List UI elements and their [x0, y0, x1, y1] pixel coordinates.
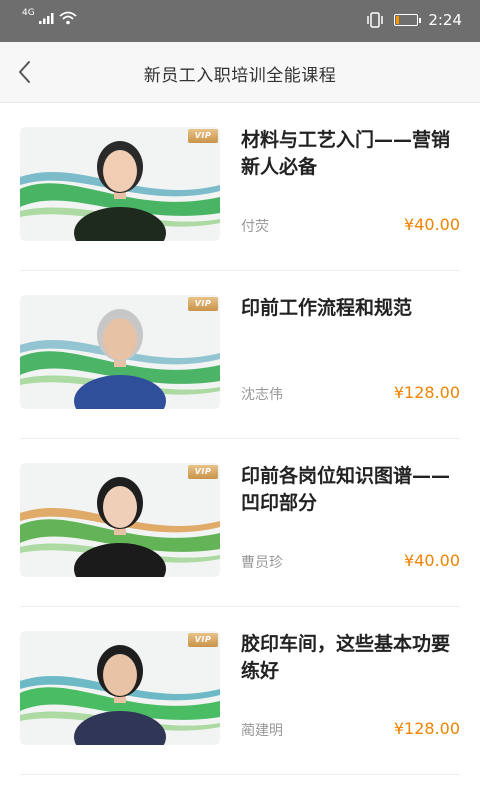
- teacher-name: 蔺建明: [241, 723, 283, 739]
- app-header: 新员工入职培训全能课程: [0, 42, 480, 103]
- course-item-1[interactable]: VIP 材料与工艺入门——营销新人必备 付荧 ¥40.00: [20, 103, 460, 271]
- network-type: 4G: [22, 7, 35, 18]
- course-item-3[interactable]: VIP 印前各岗位知识图谱——凹印部分 曹员珍 ¥40.00: [20, 439, 460, 607]
- vip-badge: VIP: [188, 465, 218, 479]
- vip-badge: VIP: [188, 633, 218, 647]
- course-price: ¥40.00: [404, 215, 460, 234]
- status-bar: 4G 2:24: [0, 0, 480, 42]
- course-item-2[interactable]: VIP 印前工作流程和规范 沈志伟 ¥128.00: [20, 271, 460, 439]
- battery-icon: [394, 14, 422, 26]
- course-title: 材料与工艺入门——营销新人必备: [241, 129, 451, 178]
- page-title: 新员工入职培训全能课程: [143, 66, 337, 86]
- course-thumbnail: VIP: [20, 127, 220, 241]
- status-right: 2:24: [366, 10, 462, 30]
- course-price: ¥40.00: [404, 551, 460, 570]
- vip-badge: VIP: [188, 129, 218, 143]
- teacher-name: 沈志伟: [241, 387, 283, 403]
- vibrate-icon: [367, 12, 384, 28]
- teacher-name: 付荧: [241, 219, 269, 235]
- course-title: 印前各岗位知识图谱——凹印部分: [241, 465, 451, 514]
- battery-level: [396, 16, 400, 24]
- thumbnail-art: [20, 631, 220, 745]
- status-left: 4G: [22, 7, 77, 25]
- wifi-icon: [59, 11, 77, 25]
- course-thumbnail: VIP: [20, 295, 220, 409]
- thumbnail-art: [20, 295, 220, 409]
- teacher-name: 曹员珍: [241, 555, 283, 571]
- thumbnail-art: [20, 463, 220, 577]
- clock: 2:24: [428, 11, 462, 29]
- signal-icon: [38, 13, 54, 24]
- vip-badge: VIP: [188, 297, 218, 311]
- course-thumbnail: VIP: [20, 631, 220, 745]
- course-list: VIP 材料与工艺入门——营销新人必备 付荧 ¥40.00 VIP 印前工作流程…: [0, 103, 480, 775]
- course-title: 胶印车间，这些基本功要练好: [241, 633, 451, 682]
- thumbnail-art: [20, 127, 220, 241]
- course-thumbnail: VIP: [20, 463, 220, 577]
- course-item-4[interactable]: VIP 胶印车间，这些基本功要练好 蔺建明 ¥128.00: [20, 607, 460, 775]
- course-title: 印前工作流程和规范: [241, 297, 413, 319]
- course-price: ¥128.00: [393, 383, 460, 402]
- course-price: ¥128.00: [393, 719, 460, 738]
